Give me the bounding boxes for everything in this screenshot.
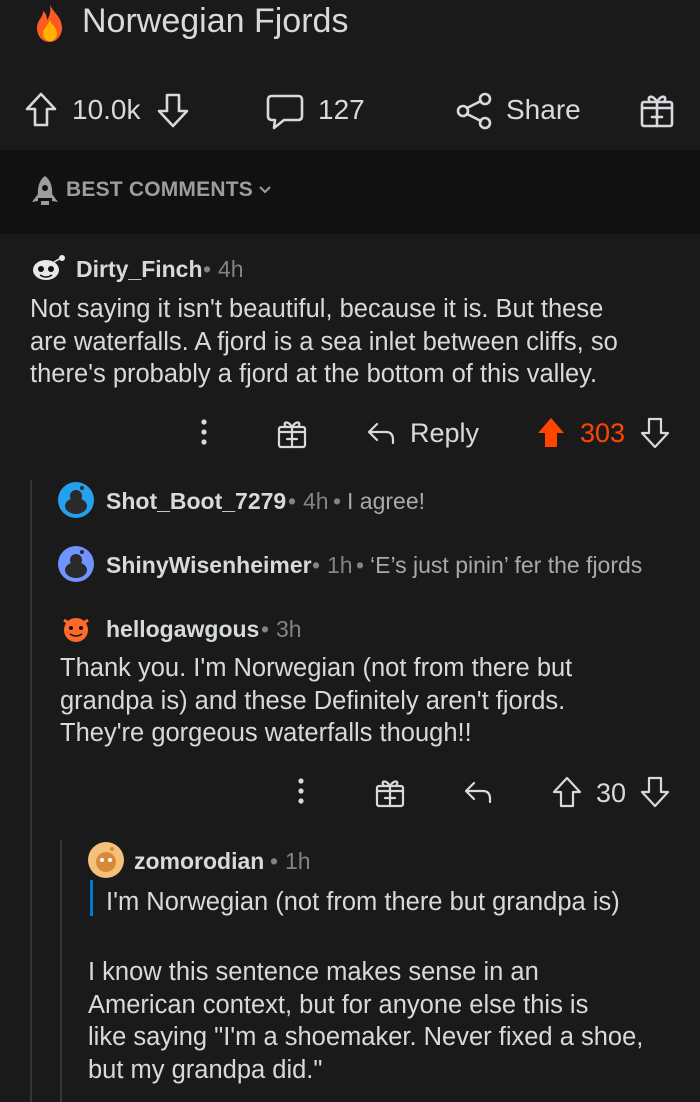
comment-username[interactable]: ShinyWisenheimer [106, 552, 312, 579]
post-action-bar: 10.0k 127 Share [0, 70, 700, 150]
avatar[interactable] [88, 842, 124, 878]
gift-icon[interactable] [638, 90, 676, 130]
upvote-arrow-icon[interactable] [552, 775, 582, 809]
comment-username[interactable]: Shot_Boot_7279 [106, 488, 286, 515]
comment-age: 1h [327, 552, 353, 578]
avatar[interactable] [58, 610, 94, 646]
thread-line[interactable] [30, 480, 32, 1102]
thread-line[interactable] [60, 840, 62, 1102]
meta-separator: • [333, 488, 342, 514]
reply-arrow-icon[interactable] [463, 779, 493, 805]
meta-separator: • [261, 616, 270, 642]
reply-button[interactable]: Reply [410, 418, 479, 449]
meta-separator: • [312, 552, 321, 578]
comment-username[interactable]: Dirty_Finch [76, 256, 203, 283]
comment-body: Thank you. I'm Norwegian (not from there… [60, 652, 690, 750]
comment-score: 303 [580, 418, 626, 448]
comment-age: 1h [285, 848, 311, 874]
avatar[interactable] [58, 546, 94, 582]
comment-age: 4h [218, 256, 244, 282]
comment-body-line: are waterfalls. A fjord is a sea inlet b… [30, 327, 618, 356]
comment-body-line: American context, but for anyone else th… [88, 990, 589, 1019]
comment-body-line: Not saying it isn't beautiful, because i… [30, 295, 604, 323]
comment-body-line: grandpa is) and these Definitely aren't … [60, 686, 566, 715]
gift-icon[interactable] [276, 417, 308, 449]
downvote-arrow-icon[interactable] [640, 416, 670, 450]
comment-body: I know this sentence makes sense in an A… [88, 956, 693, 1086]
comment-body-line: but my grandpa did." [88, 1055, 323, 1084]
meta-separator: • [270, 848, 279, 874]
comment-inline-text: ‘E’s just pinin’ fer the fjords [370, 552, 643, 578]
meta-separator: • [203, 256, 212, 282]
meta-separator: • [356, 552, 365, 578]
fire-icon [30, 2, 70, 44]
speech-bubble-icon[interactable] [264, 90, 306, 132]
gift-icon[interactable] [374, 776, 406, 808]
upvote-arrow-icon[interactable] [536, 416, 566, 450]
comment-score: 30 [596, 778, 627, 808]
comments-count[interactable]: 127 [318, 94, 365, 126]
reply-arrow-icon[interactable] [366, 420, 396, 446]
comment-body-line: Thank you. I'm Norwegian (not from there… [60, 654, 573, 682]
share-button[interactable]: Share [506, 94, 581, 126]
post-title: Norwegian Fjords [82, 2, 349, 40]
downvote-arrow-icon[interactable] [156, 90, 190, 130]
comment-username[interactable]: hellogawgous [106, 616, 259, 643]
share-icon[interactable] [454, 92, 494, 130]
comment-quote: I'm Norwegian (not from there but grandp… [106, 888, 620, 916]
meta-separator: • [288, 488, 297, 514]
vertical-dots-icon[interactable] [195, 418, 213, 448]
avatar[interactable] [58, 482, 94, 518]
comment-username[interactable]: zomorodian [134, 848, 264, 875]
comment-body: Not saying it isn't beautiful, because i… [30, 293, 690, 391]
downvote-arrow-icon[interactable] [640, 775, 670, 809]
comment-age: 3h [276, 616, 302, 642]
upvote-count: 10.0k [72, 94, 141, 125]
upvote-arrow-icon[interactable] [24, 90, 58, 130]
comment-body-line: there's probably a fjord at the bottom o… [30, 360, 598, 388]
rocket-icon [30, 174, 60, 208]
quote-bar [90, 880, 93, 916]
sort-label[interactable]: BEST COMMENTS [66, 178, 253, 202]
comment-body-line: They're gorgeous waterfalls though!! [60, 719, 472, 747]
chevron-down-icon[interactable] [258, 183, 272, 195]
comment-age: 4h [303, 488, 329, 514]
vertical-dots-icon[interactable] [292, 777, 310, 807]
comment-body-line: like saying "I'm a shoemaker. Never fixe… [88, 1023, 644, 1051]
comment-body-line: I know this sentence makes sense in an [88, 958, 539, 986]
comment-inline-text: I agree! [347, 488, 425, 514]
avatar[interactable] [30, 253, 66, 283]
